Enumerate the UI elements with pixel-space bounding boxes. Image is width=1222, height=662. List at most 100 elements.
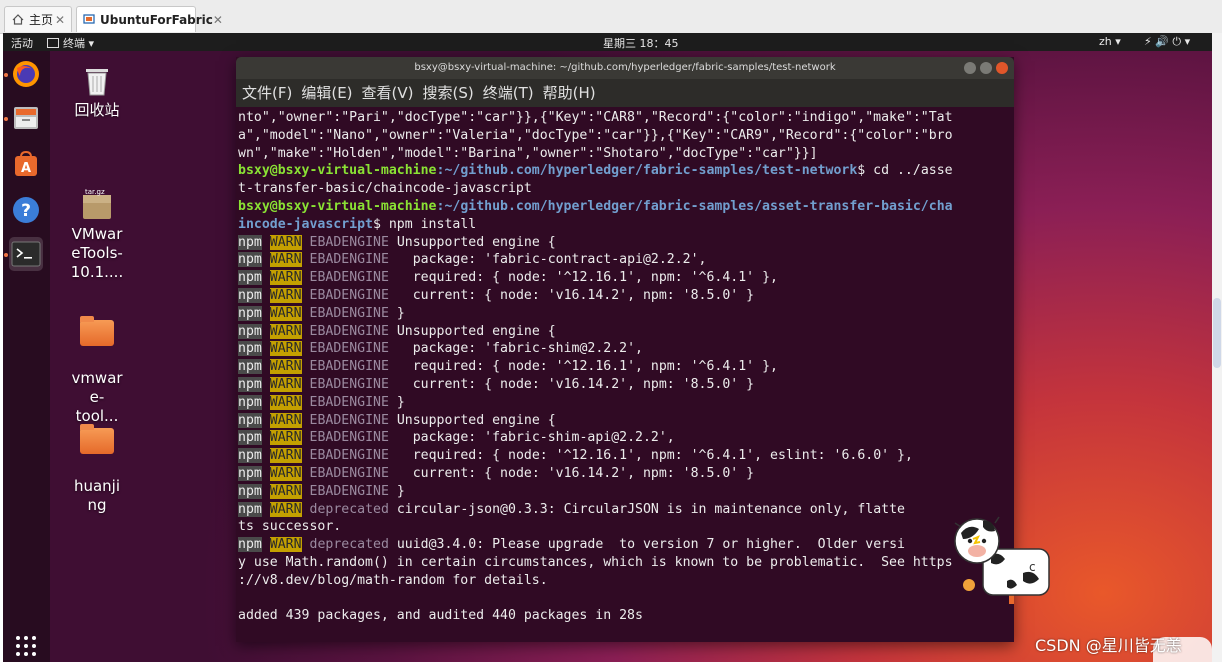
close-button[interactable] <box>996 62 1008 74</box>
close-icon[interactable]: ✕ <box>55 13 65 27</box>
home-icon <box>11 14 24 26</box>
warn-badge: WARN <box>269 287 302 303</box>
warn-message: Unsupported engine { <box>388 323 556 339</box>
terminal-text: nto","owner":"Pari","docType":"car"}},{"… <box>238 110 953 125</box>
warn-code: EBADENGINE <box>309 430 389 446</box>
warn-badge: WARN <box>269 234 302 250</box>
terminal-line: wn","make":"Holden","model":"Barina","ow… <box>238 145 1008 163</box>
desktop-icon-label: VMwar eTools- 10.1.... <box>70 225 124 281</box>
ubuntu-desktop: 活动 终端 ▾ 星期三 18：45 zh ▾ ⚡ 🔊 ⏻ ▾ A ? 回收站 t… <box>3 33 1212 662</box>
close-icon[interactable]: ✕ <box>213 13 223 27</box>
terminal-menu-item[interactable]: 搜索(S) <box>423 84 474 102</box>
warn-message: circular-json@0.3.3: CircularJSON is in … <box>388 501 905 517</box>
npm-label: npm <box>238 501 262 517</box>
terminal-line: a","model":"Nano","owner":"Valeria","doc… <box>238 127 1008 145</box>
warn-message: required: { node: '^12.16.1', npm: '^6.4… <box>388 359 778 375</box>
desktop-icon-huanjing-folder[interactable]: huanji ng <box>62 403 132 534</box>
warn-message: Unsupported engine { <box>388 234 556 250</box>
clock[interactable]: 星期三 18：45 <box>603 35 679 51</box>
warn-code: EBADENGINE <box>309 376 389 392</box>
warn-message: } <box>388 483 405 499</box>
warn-badge: WARN <box>269 252 302 268</box>
terminal-menu-item[interactable]: 编辑(E) <box>301 84 352 102</box>
warn-badge: WARN <box>269 537 302 553</box>
minimize-button[interactable] <box>964 62 976 74</box>
warn-badge: WARN <box>269 305 302 321</box>
show-applications-icon[interactable] <box>9 629 43 662</box>
warn-code: EBADENGINE <box>309 252 389 268</box>
warn-code: EBADENGINE <box>309 305 389 321</box>
trash-icon <box>82 63 112 97</box>
vmware-scrollbar[interactable] <box>1212 33 1222 662</box>
software-center-icon[interactable]: A <box>9 147 43 181</box>
running-indicator <box>4 117 8 121</box>
terminal-line: npm WARN EBADENGINE } <box>238 305 1008 323</box>
tab-home[interactable]: 主页 ✕ <box>4 6 72 32</box>
scrollbar-thumb[interactable] <box>1213 298 1221 368</box>
maximize-button[interactable] <box>980 62 992 74</box>
warn-code: EBADENGINE <box>309 394 389 410</box>
warn-badge: WARN <box>269 359 302 375</box>
npm-label: npm <box>238 341 262 357</box>
terminal-line: ts successor. <box>238 518 1008 536</box>
warn-badge: WARN <box>269 430 302 446</box>
warn-badge: WARN <box>269 270 302 286</box>
firefox-icon[interactable] <box>9 57 43 91</box>
prompt-path: :~/github.com/hyperledger/fabric-samples… <box>436 163 858 179</box>
terminal-menu-item[interactable]: 帮助(H) <box>543 84 596 102</box>
ubuntu-dock: A ? <box>3 51 50 662</box>
terminal-line: npm WARN EBADENGINE current: { node: 'v1… <box>238 287 1008 305</box>
desktop-icon-vmwaretools-archive[interactable]: tar.gz VMwar eTools- 10.1.... <box>62 153 132 301</box>
warn-badge: WARN <box>269 412 302 428</box>
terminal-text: wn","make":"Holden","model":"Barina","ow… <box>238 145 818 161</box>
tab-ubuntuforfabric[interactable]: UbuntuForFabric ✕ <box>76 6 223 32</box>
terminal-title-bar[interactable]: bsxy@bsxy-virtual-machine: ~/github.com/… <box>236 57 1014 79</box>
folder-icon <box>80 316 114 346</box>
desktop-icon-trash[interactable]: 回收站 <box>62 63 132 120</box>
npm-label: npm <box>238 483 262 499</box>
terminal-text: a","model":"Nano","owner":"Valeria","doc… <box>238 127 953 143</box>
svg-text:A: A <box>21 161 31 176</box>
warn-badge: WARN <box>269 323 302 339</box>
terminal-line: npm WARN EBADENGINE Unsupported engine { <box>238 323 1008 341</box>
terminal-line: npm WARN deprecated uuid@3.4.0: Please u… <box>238 536 1008 554</box>
terminal-menu-item[interactable]: 查看(V) <box>362 84 414 102</box>
help-icon[interactable]: ? <box>9 193 43 227</box>
warn-message: } <box>388 305 405 321</box>
npm-label: npm <box>238 412 262 428</box>
terminal-text: ts successor. <box>238 519 342 535</box>
terminal-line: npm WARN EBADENGINE required: { node: '^… <box>238 358 1008 376</box>
warn-message: current: { node: 'v16.14.2', npm: '8.5.0… <box>388 287 755 303</box>
activities-button[interactable]: 活动 <box>11 35 33 51</box>
terminal-icon <box>47 38 59 48</box>
terminal-line: npm WARN EBADENGINE } <box>238 394 1008 412</box>
terminal-app-menu[interactable]: 终端 ▾ <box>47 35 94 51</box>
archive-icon: tar.gz <box>81 172 113 219</box>
warn-message: required: { node: '^12.16.1', npm: '^6.4… <box>388 270 778 286</box>
system-tray[interactable]: ⚡ 🔊 ⏻ ▾ <box>1144 35 1190 49</box>
warn-badge: WARN <box>269 448 302 464</box>
terminal-line: ://v8.dev/blog/math-random for details. <box>238 572 1008 590</box>
warn-code: deprecated <box>309 537 389 553</box>
terminal-window[interactable]: bsxy@bsxy-virtual-machine: ~/github.com/… <box>236 57 1014 642</box>
npm-label: npm <box>238 270 262 286</box>
terminal-menu-item[interactable]: 文件(F) <box>242 84 292 102</box>
terminal-menu-item[interactable]: 终端(T) <box>483 84 534 102</box>
terminal-dock-icon[interactable] <box>9 237 43 271</box>
warn-code: EBADENGINE <box>309 234 389 250</box>
terminal-line: npm WARN EBADENGINE package: 'fabric-con… <box>238 251 1008 269</box>
terminal-line: t-transfer-basic/chaincode-javascript <box>238 180 1008 198</box>
warn-code: EBADENGINE <box>309 465 389 481</box>
files-icon[interactable] <box>9 101 43 135</box>
terminal-line: npm WARN EBADENGINE Unsupported engine { <box>238 412 1008 430</box>
warn-badge: WARN <box>269 501 302 517</box>
warn-message: package: 'fabric-contract-api@2.2.2', <box>388 252 707 268</box>
folder-icon <box>80 424 114 454</box>
warn-code: EBADENGINE <box>309 483 389 499</box>
warn-code: EBADENGINE <box>309 323 389 339</box>
language-selector[interactable]: zh ▾ <box>1099 35 1121 48</box>
terminal-output[interactable]: nto","owner":"Pari","docType":"car"}},{"… <box>238 109 1008 629</box>
warn-code: deprecated <box>309 501 389 517</box>
npm-label: npm <box>238 234 262 250</box>
